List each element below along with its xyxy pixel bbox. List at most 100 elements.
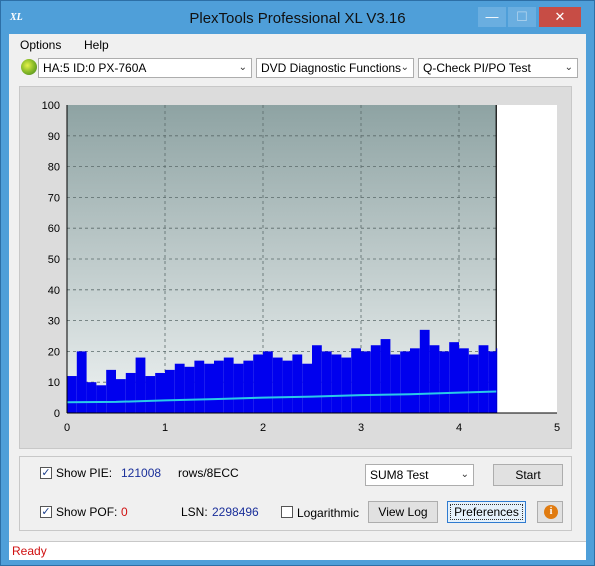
pie-bar (155, 372, 165, 413)
pie-bar (204, 363, 214, 413)
client-area: Options Help HA:5 ID:0 PX-760A ⌄ DVD Dia… (9, 34, 586, 560)
x-tick-label: 2 (260, 422, 266, 434)
drive-select[interactable]: HA:5 ID:0 PX-760A ⌄ (38, 58, 252, 78)
start-button[interactable]: Start (493, 464, 563, 486)
pie-bar (380, 339, 391, 413)
mode-select[interactable]: SUM8 Test ⌄ (365, 464, 474, 486)
menu-help[interactable]: Help (84, 38, 109, 52)
pie-bar (145, 376, 156, 413)
pie-bar (243, 360, 254, 413)
pie-bar (67, 376, 77, 413)
y-tick-label: 30 (48, 316, 60, 328)
pie-bar (429, 345, 440, 413)
controls-panel: ✓ Show PIE: 121008 rows/8ECC ✓ Show POF:… (19, 456, 572, 531)
chevron-down-icon: ⌄ (564, 62, 573, 73)
pie-unit: rows/8ECC (178, 466, 239, 480)
pie-bar (96, 385, 107, 413)
y-tick-label: 20 (48, 346, 60, 358)
pie-bar (194, 360, 205, 413)
x-tick-label: 5 (554, 422, 560, 434)
pie-bar (468, 354, 479, 413)
logarithmic-label: Logarithmic (297, 506, 360, 520)
pie-bar (125, 372, 136, 413)
pie-bar (351, 348, 361, 413)
pie-bar (496, 348, 498, 413)
chart-panel: 0 10 20 30 40 50 60 70 80 90 100 0 1 2 3 4 5 (19, 86, 572, 449)
menu-options[interactable]: Options (20, 38, 61, 52)
minimize-button[interactable]: — (478, 7, 506, 27)
pie-bar (400, 351, 410, 413)
show-pie-checkbox[interactable]: ✓ (40, 467, 52, 479)
pie-value: 121008 (121, 466, 162, 480)
show-pof-label: Show POF: (56, 505, 118, 519)
y-tick-label: 40 (48, 285, 60, 297)
y-tick-label: 90 (48, 131, 60, 143)
pie-bar (165, 369, 175, 413)
pie-bar (282, 360, 293, 413)
pie-bar (233, 363, 244, 413)
pie-bar (439, 351, 450, 413)
pie-bar (331, 354, 342, 413)
info-icon: i (544, 505, 558, 519)
pie-bar (76, 351, 87, 413)
pie-bar (302, 363, 312, 413)
pie-bar (174, 363, 185, 413)
pie-bar (223, 357, 234, 413)
title-bar[interactable]: XL PlexTools Professional XL V3.16 — ☐ ✕ (1, 1, 594, 34)
y-tick-label: 0 (54, 408, 60, 420)
pie-bar (116, 379, 126, 413)
pie-bar (449, 342, 459, 413)
info-button[interactable]: i (537, 501, 563, 523)
function-select[interactable]: DVD Diagnostic Functions ⌄ (256, 58, 414, 78)
show-pie-label: Show PIE: (56, 466, 113, 480)
x-tick-label: 1 (162, 422, 168, 434)
pie-bar (253, 354, 263, 413)
close-button[interactable]: ✕ (539, 7, 581, 27)
lsn-value: 2298496 (212, 505, 259, 519)
unscanned-region (496, 105, 557, 413)
preferences-button[interactable]: Preferences (447, 501, 526, 523)
lsn-label: LSN: (181, 505, 208, 519)
pie-bar (214, 360, 224, 413)
chevron-down-icon: ⌄ (460, 469, 469, 480)
test-select-value: Q-Check PI/PO Test (423, 61, 531, 75)
y-tick-label: 100 (42, 100, 60, 112)
chevron-down-icon: ⌄ (238, 62, 247, 73)
show-pof-checkbox[interactable]: ✓ (40, 506, 52, 518)
pie-bar (106, 369, 116, 413)
x-tick-label: 4 (456, 422, 462, 434)
pie-bar (410, 348, 420, 413)
pie-bar (478, 345, 489, 413)
preferences-button-label: Preferences (450, 504, 523, 520)
pie-bar (135, 357, 146, 413)
x-tick-label: 3 (358, 422, 364, 434)
pie-bar (86, 382, 97, 413)
view-log-button[interactable]: View Log (368, 501, 438, 523)
y-tick-label: 10 (48, 377, 60, 389)
function-select-value: DVD Diagnostic Functions (261, 61, 402, 75)
pie-bar (361, 351, 371, 413)
pie-bar (263, 351, 273, 413)
pie-bar (390, 354, 401, 413)
pie-bar (341, 357, 352, 413)
drive-icon (21, 59, 37, 75)
menu-bar: Options Help (9, 34, 586, 55)
pie-bar (272, 357, 283, 413)
start-button-label: Start (515, 468, 541, 482)
status-text: Ready (12, 544, 47, 558)
y-tick-label: 80 (48, 162, 60, 174)
app-window: XL PlexTools Professional XL V3.16 — ☐ ✕… (0, 0, 595, 566)
pie-bar (312, 345, 322, 413)
pie-bar (370, 345, 381, 413)
pof-value: 0 (121, 505, 128, 519)
chevron-down-icon: ⌄ (400, 62, 409, 73)
pi-po-chart: 0 10 20 30 40 50 60 70 80 90 100 0 1 2 3 4 5 (42, 100, 560, 434)
pie-bar (321, 351, 332, 413)
test-select[interactable]: Q-Check PI/PO Test ⌄ (418, 58, 578, 78)
pie-bar (419, 329, 430, 413)
y-tick-label: 50 (48, 254, 60, 266)
maximize-button[interactable]: ☐ (508, 7, 536, 27)
pie-bar (184, 366, 195, 413)
mode-select-value: SUM8 Test (370, 468, 429, 482)
logarithmic-checkbox[interactable] (281, 506, 293, 518)
